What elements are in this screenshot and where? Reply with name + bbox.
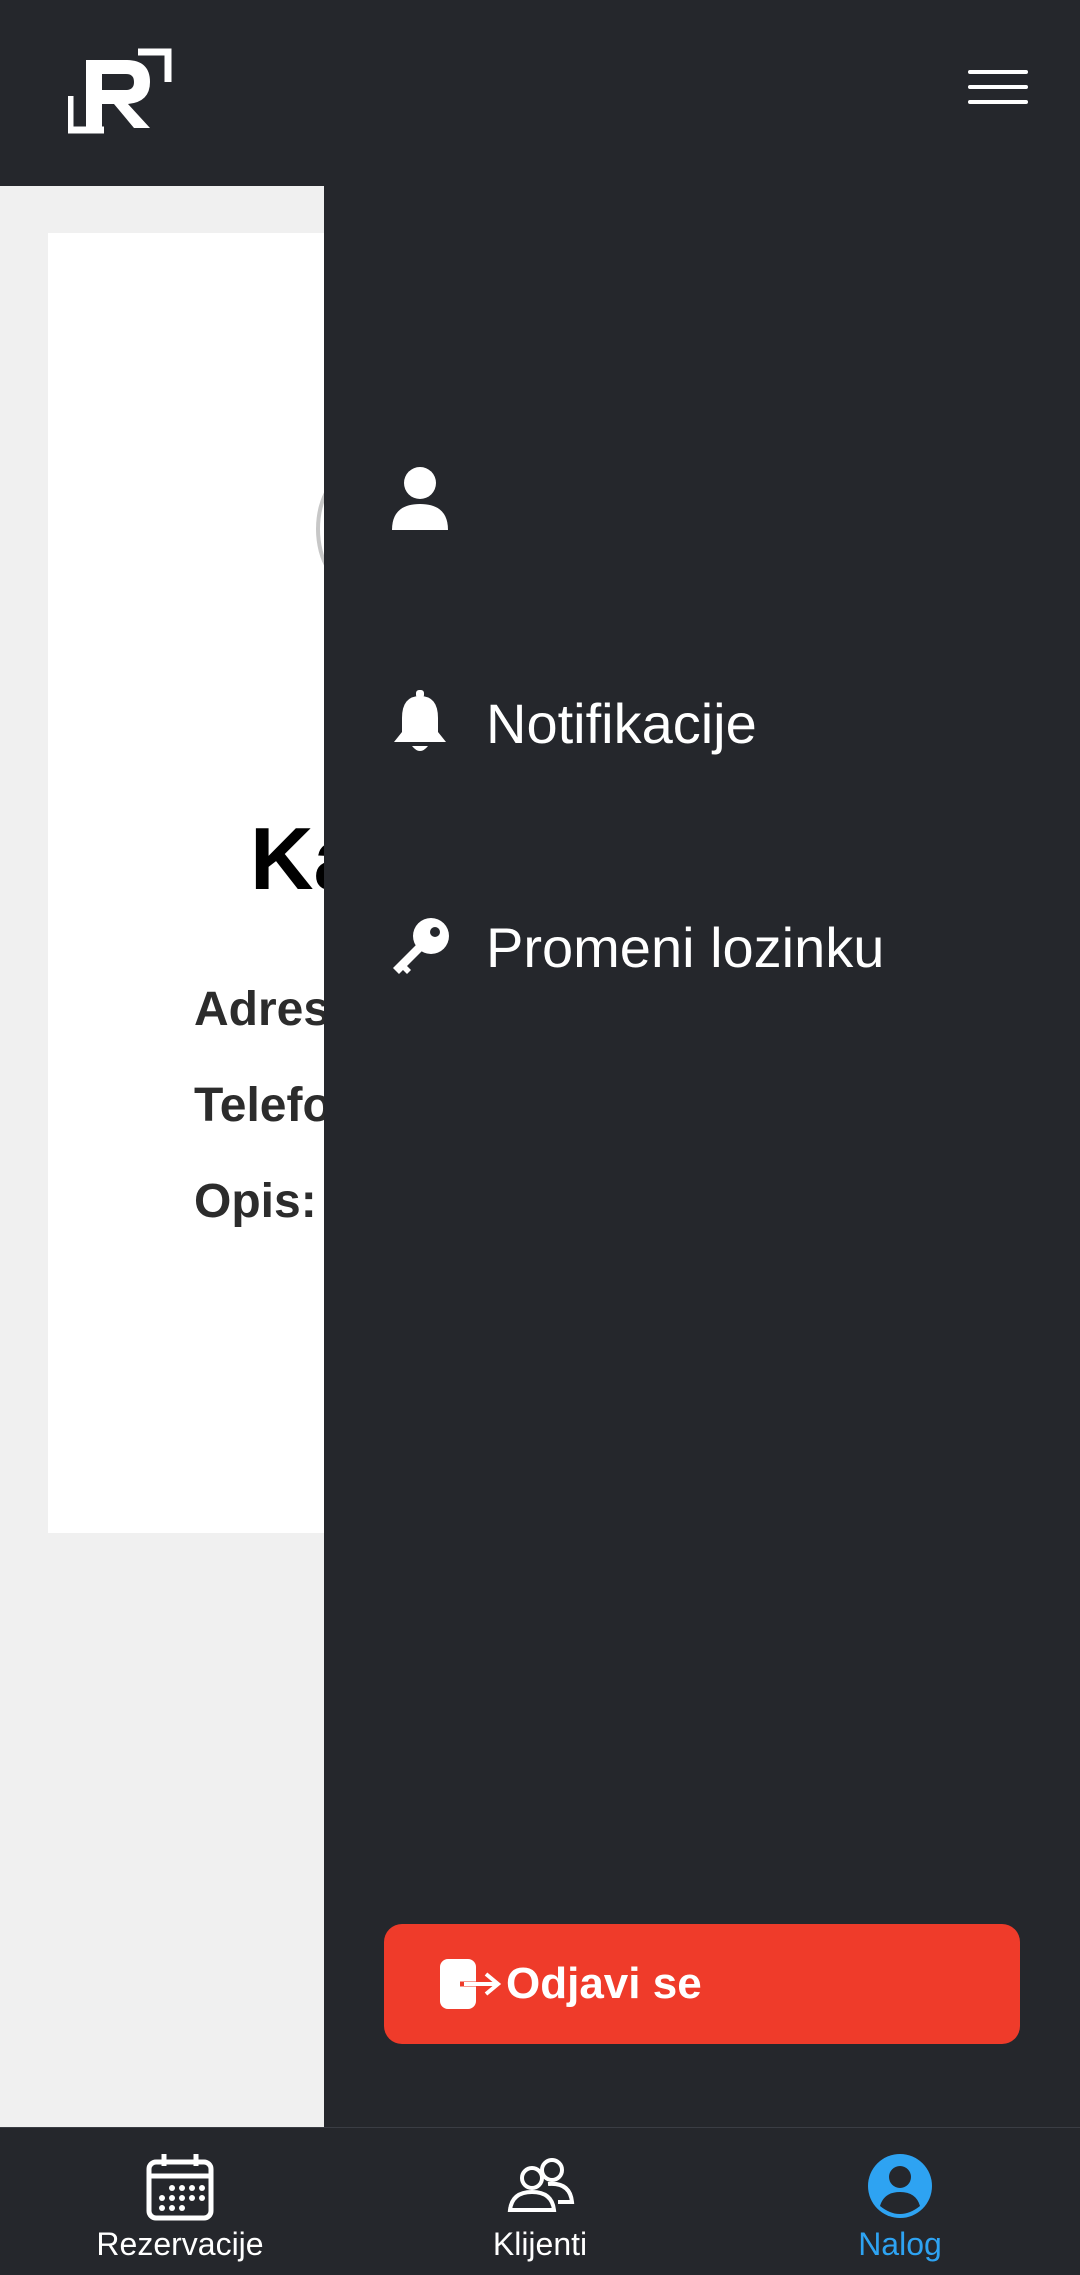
logout-icon <box>438 1956 504 2012</box>
phone-label: Telefo <box>194 1079 332 1132</box>
nav-label: Klijenti <box>492 2226 588 2262</box>
bell-icon <box>388 687 452 759</box>
top-app-bar <box>0 0 1080 186</box>
key-icon <box>388 911 452 983</box>
drawer-item-label: Notifikacije <box>486 691 757 755</box>
drawer-item-notifications[interactable]: Notifikacije <box>388 678 757 768</box>
address-label: Adres <box>194 983 331 1036</box>
account-circle-icon <box>868 2154 932 2218</box>
nav-tab-reservations[interactable]: Rezervacije <box>0 2128 360 2275</box>
logout-button[interactable]: Odjavi se <box>384 1924 1020 2044</box>
user-icon <box>388 463 452 535</box>
hamburger-menu-button[interactable] <box>968 70 1028 110</box>
drawer-item-label: Promeni lozinku <box>486 915 885 979</box>
bottom-navigation: Rezervacije Klijenti Nalog <box>0 2127 1080 2275</box>
nav-label: Rezervacije <box>96 2226 264 2262</box>
r-logo-icon[interactable] <box>68 46 172 134</box>
nav-tab-account[interactable]: Nalog <box>720 2128 1080 2275</box>
side-drawer: Notifikacije Promeni lozinku Odjavi se <box>324 186 1080 2128</box>
users-icon <box>507 2158 575 2212</box>
hamburger-icon <box>968 70 1028 74</box>
calendar-icon <box>146 2154 214 2221</box>
nav-tab-clients[interactable]: Klijenti <box>360 2128 720 2275</box>
drawer-item-profile[interactable] <box>388 454 486 544</box>
drawer-item-change-password[interactable]: Promeni lozinku <box>388 902 884 992</box>
description-label: Opis: <box>194 1175 317 1228</box>
logout-label: Odjavi se <box>506 1959 702 2008</box>
nav-label: Nalog <box>858 2226 942 2262</box>
